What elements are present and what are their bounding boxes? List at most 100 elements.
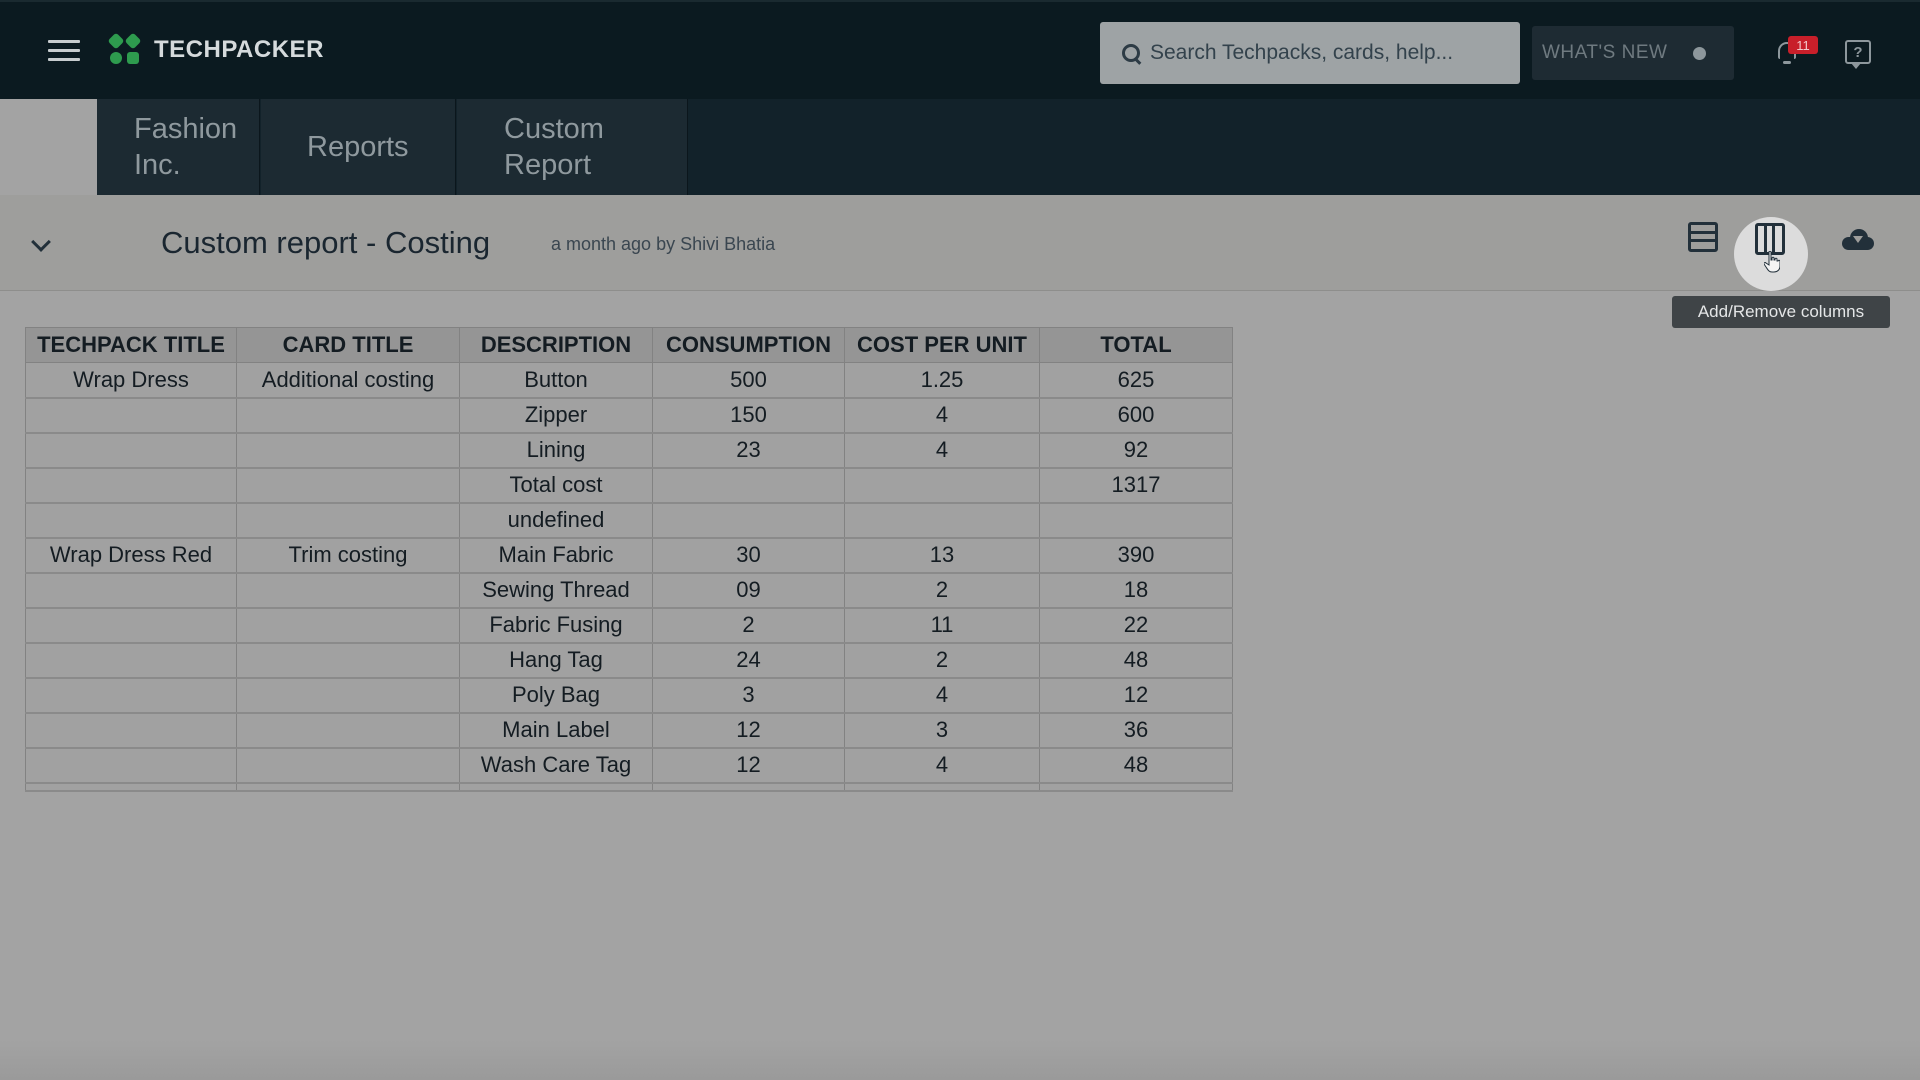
table-cell: Lining — [459, 432, 653, 469]
table-cell — [25, 642, 237, 679]
table-cell: 2 — [652, 607, 845, 644]
table-cell: undefined — [459, 502, 653, 539]
table-cell: Main Fabric — [459, 537, 653, 574]
tab-label: Fashion Inc. — [134, 113, 238, 181]
table-row[interactable]: Wrap Dress Additional costing Button 500 1.2… — [25, 362, 1233, 399]
app-logo[interactable]: TECHPACKER — [107, 32, 324, 65]
table-row[interactable]: Main Label 12 3 36 — [25, 712, 1233, 749]
table-cell — [236, 502, 460, 539]
tab-reports[interactable]: Reports — [261, 99, 456, 195]
table-cell: Wrap Dress Red — [25, 537, 237, 574]
table-header-row: TECHPACK TITLE CARD TITLE DESCRIPTION CO… — [25, 327, 1233, 363]
table-cell: 4 — [844, 397, 1040, 434]
table-cell — [236, 712, 460, 749]
table-cell: Total cost — [459, 467, 653, 504]
table-cell: Zipper — [459, 397, 653, 434]
page-title: Custom report - Costing — [161, 225, 491, 260]
column-header[interactable]: DESCRIPTION — [459, 327, 653, 363]
column-header[interactable]: TECHPACK TITLE — [25, 327, 237, 363]
table-row-partial — [25, 782, 1233, 792]
column-header[interactable]: CARD TITLE — [236, 327, 460, 363]
table-cell: 24 — [652, 642, 845, 679]
tab-custom-report[interactable]: Custom Report — [457, 99, 688, 195]
table-cell: 12 — [652, 747, 845, 784]
table-cell — [844, 467, 1040, 504]
table-cell: 150 — [652, 397, 845, 434]
table-cell: 4 — [844, 747, 1040, 784]
search-icon — [1122, 44, 1140, 62]
table-cell: 13 — [844, 537, 1040, 574]
table-cell: 3 — [652, 677, 845, 714]
table-body: Wrap Dress Additional costing Button 500 1.2… — [25, 362, 1233, 792]
report-header: Custom report - Costing a month ago by S… — [0, 195, 1920, 291]
table-cell — [236, 397, 460, 434]
tab-spacer — [0, 99, 97, 195]
table-cell — [844, 782, 1040, 792]
table-cell — [459, 782, 653, 792]
table-cell — [236, 607, 460, 644]
whats-new-button[interactable]: WHAT'S NEW — [1532, 26, 1734, 80]
table-cell: Wrap Dress — [25, 362, 237, 399]
tooltip: Add/Remove columns — [1672, 296, 1890, 328]
table-row[interactable]: Sewing Thread 09 2 18 — [25, 572, 1233, 609]
help-chat-icon[interactable]: ? — [1845, 40, 1871, 69]
table-row[interactable]: Zipper 150 4 600 — [25, 397, 1233, 434]
table-cell: 390 — [1039, 537, 1233, 574]
table-row[interactable]: Fabric Fusing 2 11 22 — [25, 607, 1233, 644]
table-cell: 600 — [1039, 397, 1233, 434]
table-cell — [1039, 782, 1233, 792]
table-cell: Trim costing — [236, 537, 460, 574]
table-cell — [25, 747, 237, 784]
table-cell: 18 — [1039, 572, 1233, 609]
table-row[interactable]: Total cost 1317 — [25, 467, 1233, 504]
table-cell: 30 — [652, 537, 845, 574]
table-cell — [236, 432, 460, 469]
hand-cursor-icon — [1764, 251, 1780, 273]
techpacker-logo-icon — [107, 32, 142, 65]
table-cell: 23 — [652, 432, 845, 469]
table-cell — [25, 782, 237, 792]
table-cell — [652, 502, 845, 539]
table-cell: 48 — [1039, 642, 1233, 679]
table-row[interactable]: Wrap Dress Red Trim costing Main Fabric 30 1… — [25, 537, 1233, 574]
table-cell — [844, 502, 1040, 539]
table-cell: 625 — [1039, 362, 1233, 399]
table-cell — [236, 677, 460, 714]
table-cell: 48 — [1039, 747, 1233, 784]
table-row[interactable]: Hang Tag 24 2 48 — [25, 642, 1233, 679]
table-cell: 12 — [652, 712, 845, 749]
breadcrumb-tabs: Fashion Inc. Reports Custom Report — [0, 99, 1920, 195]
top-bar: TECHPACKER WHAT'S NEW 11 ? — [0, 0, 1920, 99]
table-cell: 12 — [1039, 677, 1233, 714]
report-meta: a month ago by Shivi Bhatia — [551, 234, 776, 254]
table-cell — [1039, 502, 1233, 539]
table-cell: Wash Care Tag — [459, 747, 653, 784]
tab-label: Custom Report — [504, 113, 604, 181]
hamburger-icon[interactable] — [48, 40, 80, 64]
table-row[interactable]: Poly Bag 3 4 12 — [25, 677, 1233, 714]
table-row[interactable]: Wash Care Tag 12 4 48 — [25, 747, 1233, 784]
search-input[interactable] — [1150, 41, 1510, 65]
cloud-download-icon[interactable] — [1842, 229, 1874, 250]
rows-layout-icon[interactable] — [1688, 222, 1718, 252]
add-remove-columns-button[interactable] — [1734, 217, 1808, 291]
table-row[interactable]: Lining 23 4 92 — [25, 432, 1233, 469]
help-glyph: ? — [1853, 43, 1863, 61]
tab-fashion-inc[interactable]: Fashion Inc. — [97, 99, 260, 195]
table-row[interactable]: undefined — [25, 502, 1233, 539]
table-cell — [236, 572, 460, 609]
table-cell: 3 — [844, 712, 1040, 749]
table-cell: 1.25 — [844, 362, 1040, 399]
table-cell: 36 — [1039, 712, 1233, 749]
table-cell — [25, 502, 237, 539]
column-header[interactable]: TOTAL — [1039, 327, 1233, 363]
table-cell — [652, 467, 845, 504]
chevron-down-icon[interactable] — [31, 232, 51, 252]
search-box[interactable] — [1100, 22, 1520, 84]
column-header[interactable]: CONSUMPTION — [652, 327, 845, 363]
table-cell: Main Label — [459, 712, 653, 749]
column-header[interactable]: COST PER UNIT — [844, 327, 1040, 363]
table-cell: 11 — [844, 607, 1040, 644]
tab-label: Reports — [307, 131, 409, 163]
report-table: TECHPACK TITLE CARD TITLE DESCRIPTION CO… — [25, 327, 1233, 792]
